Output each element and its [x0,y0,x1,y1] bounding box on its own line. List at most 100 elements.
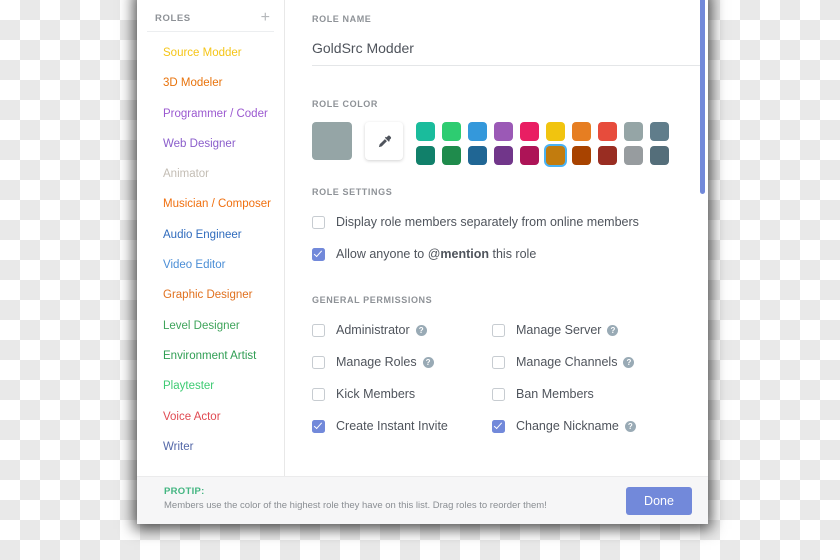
permission-label: Manage Roles [336,355,417,369]
permission-label: Create Instant Invite [336,419,448,433]
checkbox[interactable] [312,355,325,369]
checkbox[interactable] [312,419,325,433]
permission-row[interactable]: Administrator? [312,323,492,337]
checkbox[interactable] [492,355,505,369]
color-swatch[interactable] [468,146,487,165]
role-settings-label: ROLE SETTINGS [312,187,393,197]
help-icon[interactable]: ? [623,356,635,368]
mention-pre: Allow anyone to @ [336,247,441,261]
add-role-icon[interactable]: + [261,10,270,26]
permission-row[interactable]: Create Instant Invite [312,419,492,433]
color-swatch[interactable] [572,146,591,165]
color-swatch[interactable] [416,122,435,141]
checkbox[interactable] [312,387,325,401]
color-swatch[interactable] [624,146,643,165]
setting-label: Allow anyone to @mention this role [336,247,536,261]
role-name-label: ROLE NAME [312,14,372,24]
permission-row[interactable]: Kick Members [312,387,492,401]
permission-label: Kick Members [336,387,416,401]
help-icon[interactable]: ? [624,420,636,432]
role-list-item[interactable]: Web Designer [137,129,284,159]
role-settings-modal: ROLES + Source Modder 3D Modeler Programme… [137,0,708,524]
modal-footer: PROTIP: Members use the color of the hig… [137,476,708,524]
permission-row[interactable]: Manage Server? [492,323,672,337]
checkbox[interactable] [312,247,325,261]
roles-heading: ROLES [155,12,191,24]
role-list-item[interactable]: Programmer / Coder [137,99,284,129]
permission-label: Administrator [336,323,410,337]
protip: PROTIP: Members use the color of the hig… [164,486,547,511]
help-icon[interactable]: ? [415,324,427,336]
permission-label: Manage Channels [516,355,618,369]
role-list-item[interactable]: Video Editor [137,250,284,280]
role-list-item[interactable]: Source Modder [137,38,284,68]
role-settings-section: ROLE SETTINGS Display role members separ… [312,187,708,261]
role-list-item[interactable]: Graphic Designer [137,280,284,310]
role-detail-pane: ROLE NAME ROLE COLOR ROLE SETTINGS D [285,0,708,476]
role-list-item[interactable]: Voice Actor [137,402,284,432]
color-swatch[interactable] [546,146,565,165]
role-list-item[interactable]: 3D Modeler [137,68,284,98]
role-color-section: ROLE COLOR [312,99,669,165]
permission-row[interactable]: Manage Roles? [312,355,492,369]
setting-display-separately[interactable]: Display role members separately from onl… [312,215,708,229]
permissions-grid: Administrator? Manage Server? Manage Roles… [312,305,708,433]
role-list-item[interactable]: Environment Artist [137,341,284,371]
roles-sidebar: ROLES + Source Modder 3D Modeler Programme… [137,0,285,476]
color-swatch[interactable] [598,122,617,141]
role-list-item[interactable]: Audio Engineer [137,220,284,250]
color-swatch[interactable] [520,122,539,141]
color-swatch[interactable] [520,146,539,165]
color-swatch[interactable] [598,146,617,165]
color-swatch[interactable] [468,122,487,141]
color-swatch-grid [416,122,669,165]
content-scrollbar-thumb[interactable] [700,0,705,194]
protip-text: Members use the color of the highest rol… [164,500,547,511]
eyedropper-icon[interactable] [365,122,403,160]
color-swatch[interactable] [624,122,643,141]
content-scrollbar-track [700,0,705,476]
color-swatch[interactable] [442,122,461,141]
permission-label: Change Nickname [516,419,619,433]
checkbox[interactable] [492,323,505,337]
checkbox[interactable] [312,323,325,337]
role-color-swatch-row [312,122,669,165]
color-swatch[interactable] [494,146,513,165]
color-swatch[interactable] [650,146,669,165]
general-permissions-label: GENERAL PERMISSIONS [312,295,433,305]
color-swatch[interactable] [442,146,461,165]
role-list-item[interactable]: Musician / Composer [137,189,284,219]
role-list-item[interactable]: Writer [137,432,284,462]
permission-label: Manage Server [516,323,602,337]
role-list-item[interactable]: Animator [137,159,284,189]
permission-row[interactable]: Manage Channels? [492,355,672,369]
help-icon[interactable]: ? [422,356,434,368]
permission-label: Ban Members [516,387,594,401]
role-list-item[interactable]: Level Designer [137,311,284,341]
color-swatch[interactable] [546,122,565,141]
checkbox[interactable] [492,387,505,401]
role-name-input[interactable] [312,40,702,66]
help-icon[interactable]: ? [607,324,619,336]
current-role-color[interactable] [312,122,352,160]
protip-title: PROTIP: [164,486,205,497]
checkbox[interactable] [492,419,505,433]
role-color-label: ROLE COLOR [312,99,378,109]
general-permissions-section: GENERAL PERMISSIONS Administrator? Manage… [312,295,708,433]
roles-list: Source Modder 3D Modeler Programmer / Code… [137,32,284,462]
role-name-section: ROLE NAME [312,14,702,66]
permission-row[interactable]: Change Nickname? [492,419,672,433]
color-swatch[interactable] [416,146,435,165]
role-list-item[interactable]: Playtester [137,371,284,401]
color-swatch[interactable] [494,122,513,141]
setting-label: Display role members separately from onl… [336,215,639,229]
setting-allow-mention[interactable]: Allow anyone to @mention this role [312,247,708,261]
mention-bold: mention [440,247,490,261]
color-swatch[interactable] [572,122,591,141]
color-swatch[interactable] [650,122,669,141]
roles-sidebar-header: ROLES + [137,0,284,26]
done-button[interactable]: Done [626,487,692,515]
permission-row[interactable]: Ban Members [492,387,672,401]
checkbox[interactable] [312,215,325,229]
mention-post: this role [489,247,537,261]
